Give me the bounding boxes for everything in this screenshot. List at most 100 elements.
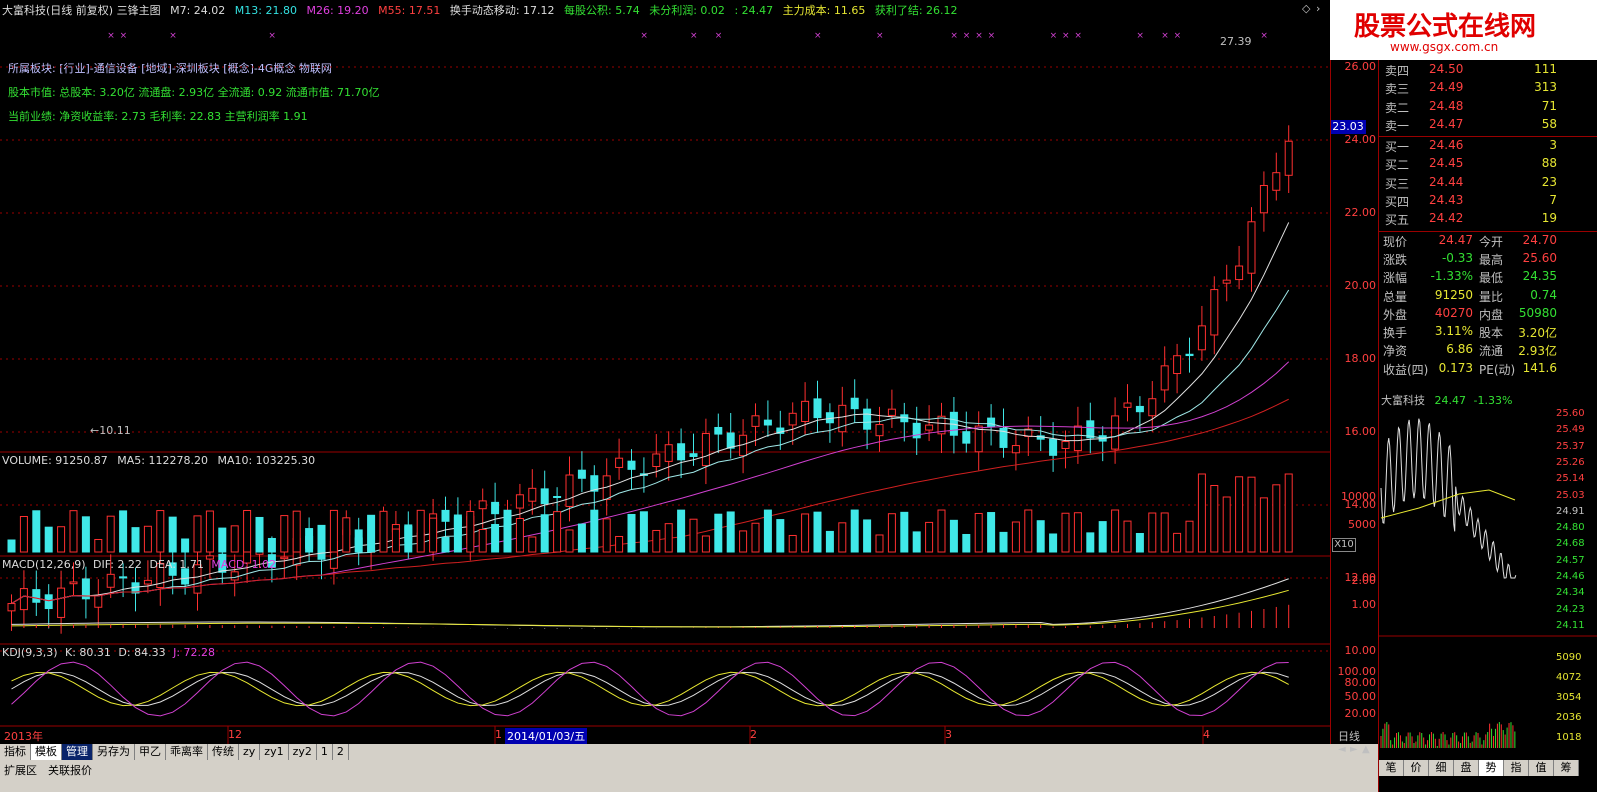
macd-dif: DIF: 2.22 (93, 558, 142, 571)
status-kuozhan[interactable]: 扩展区 (4, 762, 37, 778)
right-tab[interactable]: 势 (1479, 760, 1504, 776)
mini-price-tick: 25.14 (1556, 473, 1585, 485)
stat-label: 净资 (1383, 344, 1408, 359)
candle-body (181, 568, 190, 585)
tab-chuantong[interactable]: 传统 (208, 744, 239, 760)
volume-bar (205, 510, 214, 553)
kline-chart[interactable]: × × × × × × × × × × × × × × × × × × × × (0, 0, 1378, 744)
volume-bar (974, 512, 983, 553)
ask-name: 卖四 (1385, 64, 1410, 78)
nav-left-icon[interactable]: ◄ (1338, 744, 1350, 755)
volume-bar (1098, 521, 1107, 553)
period-label[interactable]: 日线 (1338, 728, 1378, 743)
right-tab[interactable]: 笔 (1379, 760, 1404, 776)
kdj-line-0 (11, 671, 1289, 707)
volume-bar (565, 529, 574, 553)
mini-price-tick: 25.49 (1556, 424, 1585, 436)
tab-zhibiao[interactable]: 指标 (0, 744, 31, 760)
price-tick: 18.00 (1344, 352, 1377, 365)
tab-zy1[interactable]: zy1 (260, 744, 289, 760)
ask-bid-divider (1379, 136, 1597, 138)
right-tab[interactable]: 筹 (1554, 760, 1579, 776)
right-tab[interactable]: 细 (1429, 760, 1454, 776)
volume-bar (478, 529, 487, 553)
tab-guaili[interactable]: 乖离率 (166, 744, 208, 760)
mini-price-tick: 24.68 (1556, 538, 1585, 550)
ask-vol: 58 (1541, 116, 1557, 131)
bid-price: 24.44 (1429, 174, 1464, 189)
volume-bar (1049, 533, 1058, 553)
tab-1[interactable]: 1 (317, 744, 333, 760)
volume-bar (1011, 521, 1020, 553)
candle-body (1160, 365, 1169, 391)
ask-price: 24.49 (1429, 80, 1464, 95)
kdj-j: J: 72.28 (173, 646, 216, 659)
candle-body (1086, 420, 1095, 439)
date-m1: 1 (495, 728, 502, 741)
ask-list: 卖四 24.50 111 卖三 24.49 313 卖二 24.48 71 卖一 24.47 58 (1379, 62, 1597, 135)
tab-2[interactable]: 2 (333, 744, 349, 760)
x-marker: × (120, 31, 128, 41)
volume-bar (491, 524, 500, 553)
right-tab[interactable]: 盘 (1454, 760, 1479, 776)
date-axis: 2013年 12 1 2014/01/03/五 2 3 4 (0, 728, 1330, 744)
volume-bar (887, 513, 896, 553)
tab-guanli[interactable]: 管理 (62, 744, 93, 760)
mini-price-tick: 25.37 (1556, 440, 1585, 452)
volume-bar (1135, 532, 1144, 553)
mini-vol-tick: 1018 (1556, 732, 1582, 743)
site-logo: 股票公式在线网 www.gsgx.com.cn (1330, 0, 1597, 60)
mini-price-tick: 24.11 (1556, 619, 1585, 631)
stat-value: 0.74 (1530, 287, 1557, 302)
candle-body (515, 494, 524, 509)
mini-price-line (1380, 418, 1517, 579)
volume-bar (305, 528, 314, 553)
mini-avg-line (1380, 489, 1516, 519)
tab-lingcunwei[interactable]: 另存为 (93, 744, 135, 760)
date-year: 2013年 (4, 730, 43, 743)
candle-body (1247, 221, 1256, 274)
mini-vol-tick: 3054 (1556, 692, 1582, 703)
nav-right-icon[interactable]: ► (1350, 744, 1362, 755)
candle-body (491, 501, 500, 515)
nav-up-icon[interactable]: ▲ (1362, 744, 1374, 755)
volume-bar (825, 530, 834, 553)
x-marker: × (1062, 31, 1070, 41)
x-marker: × (876, 31, 884, 41)
tab-jiayi[interactable]: 甲乙 (135, 744, 166, 760)
x-marker: × (640, 31, 648, 41)
volume-bar (441, 536, 450, 553)
volume-bar (528, 536, 537, 553)
candle-body (813, 398, 822, 419)
bid-price: 24.46 (1429, 138, 1464, 153)
volume-bar (354, 537, 363, 553)
right-tab[interactable]: 指 (1504, 760, 1529, 776)
volume-bar (652, 529, 661, 553)
mini-vol-tick: 4072 (1556, 672, 1582, 683)
tab-zy[interactable]: zy (239, 744, 261, 760)
volume-bar (664, 523, 673, 553)
kdj-k: K: 80.31 (65, 646, 111, 659)
volume-bar (1036, 520, 1045, 553)
mini-price-tick: 24.57 (1556, 554, 1585, 566)
ask-name: 卖一 (1385, 118, 1410, 133)
volume-bar (131, 527, 140, 553)
volume-bar (106, 515, 115, 553)
stat-label: 涨幅 (1383, 271, 1408, 286)
x-marker: × (715, 31, 723, 41)
high-mark: 27.39 (1220, 35, 1252, 48)
tab-zy2[interactable]: zy2 (289, 744, 317, 760)
right-tab[interactable]: 值 (1529, 760, 1554, 776)
ask-row: 卖一 24.47 58 (1379, 117, 1597, 135)
right-tab[interactable]: 价 (1404, 760, 1429, 776)
tab-moban[interactable]: 模板 (31, 744, 62, 760)
candle-body (788, 412, 797, 426)
volume-bar (701, 535, 710, 553)
period-nav: ◄ ► ▲ (1338, 744, 1374, 755)
stat-label: 量比 (1479, 289, 1504, 304)
bid-name: 买一 (1385, 140, 1410, 155)
status-guanlian[interactable]: 关联报价 (48, 762, 92, 778)
stat-row: 涨跌 -0.33 最高 25.60 (1379, 251, 1597, 269)
stat-value: 141.6 (1522, 360, 1557, 375)
stat-row: 涨幅 -1.33% 最低 24.35 (1379, 269, 1597, 287)
